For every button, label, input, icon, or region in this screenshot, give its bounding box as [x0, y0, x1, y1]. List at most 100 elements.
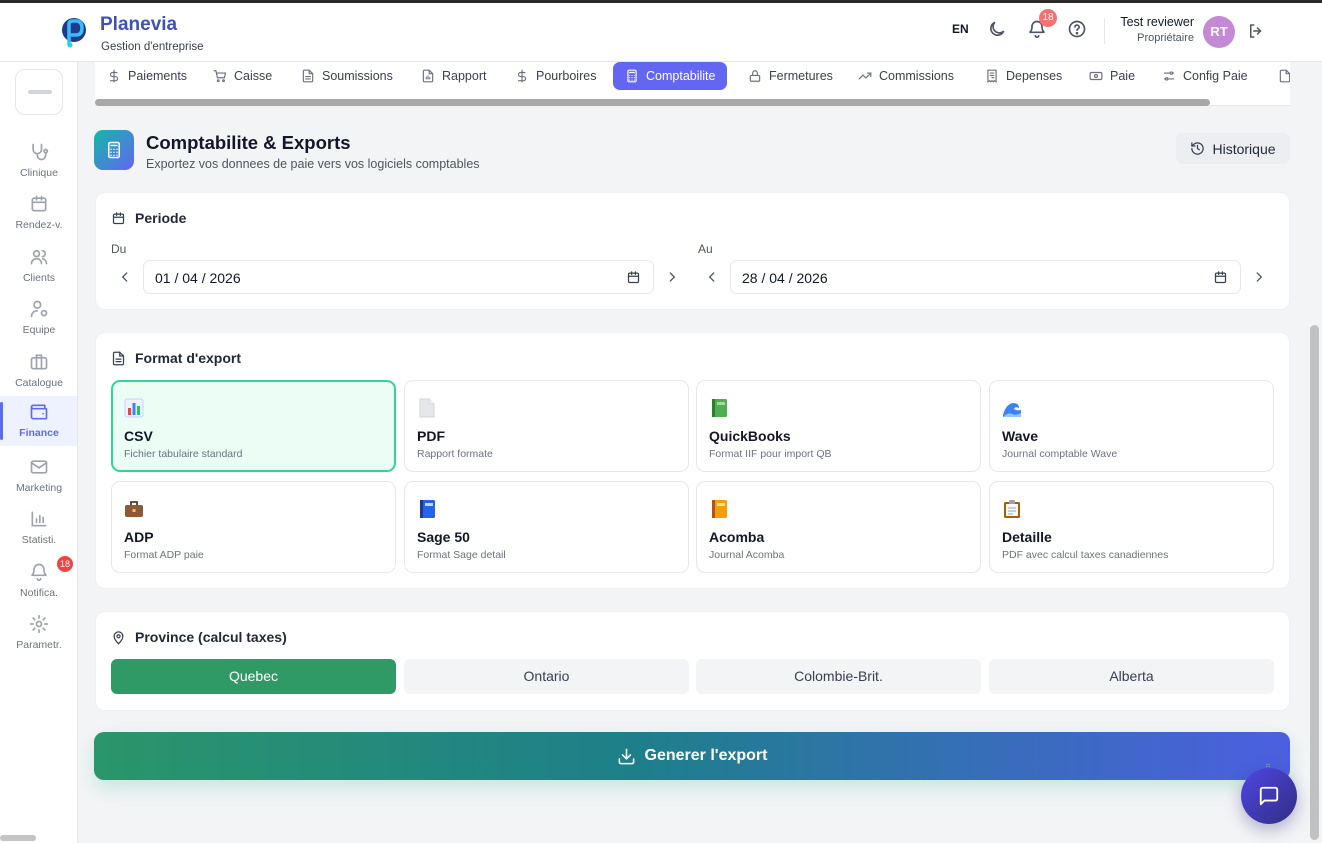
province-option-colombie-brit[interactable]: Colombie-Brit. — [696, 659, 981, 694]
chevron-left-icon[interactable] — [118, 270, 132, 284]
page-title: Comptabilite & Exports — [146, 132, 351, 153]
sidebar-item-clients[interactable]: Clients — [0, 241, 78, 291]
chat-button[interactable] — [1241, 768, 1297, 824]
wave-emoji-icon — [1003, 403, 1021, 417]
tab-rapport[interactable]: Rapport — [421, 62, 486, 90]
stethoscope-icon — [32, 143, 49, 161]
sidebar-item-clinique[interactable]: Clinique — [0, 136, 78, 186]
sidebar-item-marketing[interactable]: Marketing — [0, 451, 78, 501]
province-option-alberta[interactable]: Alberta — [989, 659, 1274, 694]
sidebar-item-statistiques[interactable]: Statisti. — [0, 503, 78, 553]
sidebar-item-finance[interactable]: Finance — [0, 396, 77, 446]
from-label: Du — [111, 242, 127, 256]
calculator-icon — [627, 69, 637, 83]
format-option-quickbooks[interactable]: QuickBooks Format IIF pour import QB — [696, 380, 981, 472]
sidebar-item-label: Notifica. — [20, 587, 58, 599]
wallet-icon — [30, 404, 48, 420]
document-icon — [1279, 69, 1290, 83]
app-name: Planevia — [100, 14, 178, 35]
trending-up-icon — [858, 72, 872, 80]
tab-soumissions[interactable]: Soumissions — [301, 62, 393, 90]
sidebar-item-label: Rendez-v. — [15, 219, 63, 231]
calendar-picker-icon[interactable] — [1213, 270, 1228, 285]
from-date-input[interactable]: 01 / 04 / 2026 — [143, 260, 654, 294]
format-option-adp[interactable]: ADP Format ADP paie — [111, 481, 396, 573]
province-title: Province (calcul taxes) — [111, 629, 287, 645]
format-option-pdf[interactable]: PDF Rapport formate — [404, 380, 689, 472]
green-book-emoji-icon — [712, 399, 727, 417]
calculator-icon — [108, 141, 120, 159]
sidebar-item-label: Finance — [19, 427, 59, 439]
tab-fermetures[interactable]: Fermetures — [748, 62, 833, 90]
user-role: Propriétaire — [1137, 32, 1194, 44]
sliders-icon — [1163, 71, 1175, 81]
calendar-picker-icon[interactable] — [626, 270, 641, 285]
chevron-left-icon[interactable] — [705, 270, 719, 284]
province-option-ontario[interactable]: Ontario — [404, 659, 689, 694]
tab-commissions[interactable]: Commissions — [858, 62, 954, 90]
history-icon — [1191, 142, 1205, 155]
briefcase-emoji-icon — [125, 501, 143, 517]
gear-icon — [29, 614, 49, 634]
top-bar: Planevia Gestion d'entreprise — [0, 0, 1322, 62]
format-option-sage-50[interactable]: Sage 50 Format Sage detail — [404, 481, 689, 573]
sidebar-scrollbar[interactable] — [0, 835, 36, 841]
chevron-right-icon[interactable] — [665, 270, 679, 284]
page-emoji-icon — [419, 398, 435, 418]
to-date-input[interactable]: 28 / 04 / 2026 — [730, 260, 1241, 294]
app-subtitle: Gestion d'entreprise — [101, 41, 204, 53]
chevron-right-icon[interactable] — [1252, 270, 1266, 284]
sidebar: Clinique Rendez-v. Clients Equipe Catalo… — [0, 62, 78, 843]
tab-caisse[interactable]: Caisse — [213, 62, 272, 90]
sidebar-item-parametres[interactable]: Parametr. — [0, 608, 78, 658]
tab-paie[interactable]: Paie — [1089, 62, 1135, 90]
mail-icon — [30, 460, 48, 474]
tab-paiements[interactable]: Paiements — [107, 62, 187, 90]
report-icon — [422, 69, 434, 83]
lock-icon — [749, 70, 761, 82]
export-format-title: Format d'export — [111, 350, 241, 366]
main-scrollbar[interactable] — [1310, 325, 1319, 840]
sidebar-item-rendez-vous[interactable]: Rendez-v. — [0, 188, 78, 238]
logout-icon[interactable] — [1247, 22, 1265, 40]
language-switch[interactable]: EN — [952, 22, 969, 36]
download-icon — [618, 748, 634, 764]
sidebar-item-label: Equipe — [22, 324, 56, 336]
format-option-detaille[interactable]: Detaille PDF avec calcul taxes canadienn… — [989, 481, 1274, 573]
tab-pourboires[interactable]: Pourboires — [515, 62, 596, 90]
blue-book-emoji-icon — [420, 500, 435, 518]
user-gear-icon — [30, 300, 48, 318]
page-subtitle: Exportez vos donnees de paie vers vos lo… — [146, 157, 480, 171]
avatar[interactable]: RT — [1203, 16, 1235, 48]
history-button[interactable]: Historique — [1176, 133, 1290, 164]
bar-chart-icon — [31, 511, 47, 527]
tab-comptabilite[interactable]: Comptabilite — [613, 62, 728, 90]
business-logo[interactable] — [15, 69, 63, 115]
help-icon[interactable] — [1067, 19, 1087, 39]
tab-depenses[interactable]: Depenses — [985, 62, 1062, 90]
province-option-quebec[interactable]: Quebec — [111, 659, 396, 694]
chat-icon — [1259, 786, 1279, 806]
sidebar-item-label: Catalogue — [15, 377, 63, 389]
page-icon — [94, 130, 134, 170]
receipt-icon — [987, 69, 997, 83]
sidebar-item-label: Clinique — [20, 167, 58, 179]
period-title: Periode — [111, 210, 186, 226]
format-option-acomba[interactable]: Acomba Journal Acomba — [696, 481, 981, 573]
sidebar-item-equipe[interactable]: Equipe — [0, 293, 78, 343]
sidebar-item-label: Parametr. — [16, 639, 62, 651]
clipboard-emoji-icon — [1004, 500, 1020, 518]
moon-icon[interactable] — [987, 19, 1007, 39]
bar-chart-emoji-icon — [124, 398, 144, 418]
to-label: Au — [698, 242, 713, 256]
format-option-csv[interactable]: CSV Fichier tabulaire standard — [111, 380, 396, 472]
format-option-wave[interactable]: Wave Journal comptable Wave — [989, 380, 1274, 472]
sidebar-item-catalogue[interactable]: Catalogue — [0, 346, 78, 396]
tab-overflow[interactable] — [1278, 62, 1290, 90]
tabs-scrollbar[interactable] — [95, 99, 1210, 106]
tab-config-paie[interactable]: Config Paie — [1162, 62, 1248, 90]
document-icon — [302, 69, 314, 83]
banknote-icon — [1089, 71, 1103, 81]
orange-book-emoji-icon — [712, 500, 727, 518]
generate-export-button[interactable]: Generer l'export — [94, 732, 1290, 780]
